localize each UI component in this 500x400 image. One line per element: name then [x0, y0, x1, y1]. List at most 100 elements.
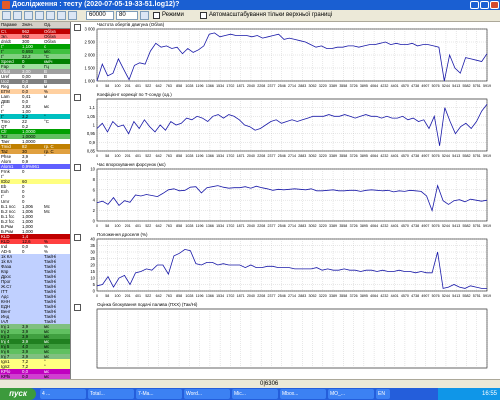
status-text: 0|6306: [260, 381, 279, 387]
x-tick-label: 4907: [421, 154, 429, 158]
x-tick-label: 100: [115, 294, 121, 298]
x-tick-label: 4570: [401, 294, 409, 298]
x-tick-label: 522: [145, 294, 151, 298]
chart-panel: Час впорскування форсунок (мс) 0 58 100 201 4…: [71, 162, 500, 230]
taskbar-item[interactable]: 7-Ma...: [136, 389, 182, 399]
taskbar-item[interactable]: MO_...: [328, 389, 374, 399]
x-tick-label: 2714: [288, 154, 296, 158]
auto-scale-checkbox[interactable]: [200, 12, 207, 19]
x-tick-label: 1534: [216, 294, 224, 298]
x-tick-label: 1366: [206, 294, 214, 298]
chart-panel: Частота обертів двигуна (Об/хв) 0 58 100 201…: [71, 22, 500, 90]
line-chart[interactable]: 0 58 100 201 401 522 642 763 858 1028 1196 1366 1534…: [71, 232, 500, 300]
x-tick-label: 1871: [237, 224, 245, 228]
x-tick-label: 0: [96, 154, 98, 158]
x-tick-label: 3052: [309, 154, 317, 158]
x-tick-label: 1028: [185, 294, 193, 298]
y-tick-label: 10: [90, 167, 95, 172]
taskbar-item[interactable]: Word...: [184, 389, 230, 399]
x-tick-label: 3895: [360, 224, 368, 228]
line-chart[interactable]: 0 58 100 201 401 522 642 763 858 1028 1196 1366 1534…: [71, 22, 500, 90]
x-tick-label: 1702: [226, 224, 234, 228]
line-chart[interactable]: 0 58 100 201 401 522 642 763 858 1028 1196 1366 1534…: [71, 92, 500, 160]
chart-area: Частота обертів двигуна (Об/хв) 0 58 100 201…: [71, 22, 500, 390]
x-tick-label: 3389: [329, 154, 337, 158]
x-tick-label: 1366: [206, 84, 214, 88]
forward-icon[interactable]: [68, 11, 77, 20]
x-tick-label: 2546: [278, 294, 286, 298]
x-tick-label: 4738: [411, 84, 419, 88]
taskbar-item[interactable]: Total...: [88, 389, 134, 399]
x-tick-label: 3389: [329, 224, 337, 228]
x-tick-label: 2377: [267, 294, 275, 298]
x-tick-label: 0: [96, 84, 98, 88]
x-tick-label: 3558: [339, 294, 347, 298]
rewind-icon[interactable]: [46, 11, 55, 20]
x-tick-label: 201: [125, 84, 131, 88]
x-tick-label: 4064: [370, 84, 378, 88]
close-button[interactable]: [490, 1, 499, 9]
line-chart[interactable]: 0 58 100 201 401 522 642 763 858 1028 1196 1366 1534…: [71, 162, 500, 230]
x-tick-label: 3220: [319, 224, 327, 228]
x-tick-label: 3726: [350, 294, 358, 298]
taskbar-item[interactable]: Mbox...: [280, 389, 326, 399]
x-tick-label: 1702: [226, 294, 234, 298]
x-tick-label: 0: [96, 224, 98, 228]
x-tick-label: 201: [125, 294, 131, 298]
scale-icon[interactable]: [140, 11, 149, 20]
y-tick-label: 25: [90, 256, 95, 261]
x-tick-label: 522: [145, 224, 151, 228]
x-tick-label: 4738: [411, 224, 419, 228]
x-tick-label: 3558: [339, 154, 347, 158]
x-tick-label: 5413: [452, 224, 460, 228]
y-tick-label: 2: [93, 208, 96, 213]
x-tick-label: 3389: [329, 294, 337, 298]
x-tick-label: 5244: [442, 84, 450, 88]
x-tick-label: 4401: [391, 224, 399, 228]
x-tick-label: 4232: [380, 294, 388, 298]
x-tick-label: 5582: [462, 84, 470, 88]
x-tick-label: 58: [105, 84, 109, 88]
print-icon[interactable]: [24, 11, 33, 20]
chart-panel: Положення дроселя (%) 0 58 100 201 401 522 642 7…: [71, 232, 500, 300]
x-tick-label: 5076: [432, 154, 440, 158]
y-tick-label: 6: [93, 187, 96, 192]
x-tick-label: 2208: [257, 224, 265, 228]
auto-scale-label: Автомасштабування тільки верхньої границ…: [209, 12, 333, 18]
x-tick-label: 2883: [298, 154, 306, 158]
play-icon[interactable]: [57, 11, 66, 20]
open-icon[interactable]: [2, 11, 11, 20]
x-tick-label: 5244: [442, 224, 450, 228]
y-tick-label: 1: [93, 123, 96, 128]
x-tick-label: 1366: [206, 154, 214, 158]
toolbar: 60000 80 Режими Автомасштабування тільки…: [0, 10, 500, 22]
zoom-icon[interactable]: [35, 11, 44, 20]
y-tick-label: 8: [93, 177, 96, 182]
x-tick-label: 3726: [350, 154, 358, 158]
x-tick-label: 5076: [432, 294, 440, 298]
taskbar-item[interactable]: 4 ...: [40, 389, 86, 399]
position-input[interactable]: 60000: [86, 11, 114, 20]
x-tick-label: 3052: [309, 294, 317, 298]
x-tick-label: 1196: [196, 154, 204, 158]
save-icon[interactable]: [13, 11, 22, 20]
mode-label: Режими: [162, 12, 184, 18]
x-tick-label: 5919: [483, 154, 491, 158]
x-tick-label: 1871: [237, 154, 245, 158]
line-chart[interactable]: [71, 302, 500, 377]
taskbar-item[interactable]: Mic...: [232, 389, 278, 399]
taskbar-item[interactable]: EN: [376, 389, 390, 399]
x-tick-label: 3389: [329, 84, 337, 88]
x-tick-label: 2377: [267, 154, 275, 158]
start-button[interactable]: пуск: [0, 388, 36, 400]
minimize-button[interactable]: [470, 1, 479, 9]
mode-checkbox[interactable]: [153, 12, 160, 19]
x-tick-label: 5413: [452, 154, 460, 158]
step-select[interactable]: 80: [116, 11, 138, 20]
x-tick-label: 3726: [350, 224, 358, 228]
x-tick-label: 1196: [196, 84, 204, 88]
maximize-button[interactable]: [480, 1, 489, 9]
x-tick-label: 1028: [185, 154, 193, 158]
x-tick-label: 401: [135, 224, 141, 228]
x-tick-label: 4232: [380, 154, 388, 158]
